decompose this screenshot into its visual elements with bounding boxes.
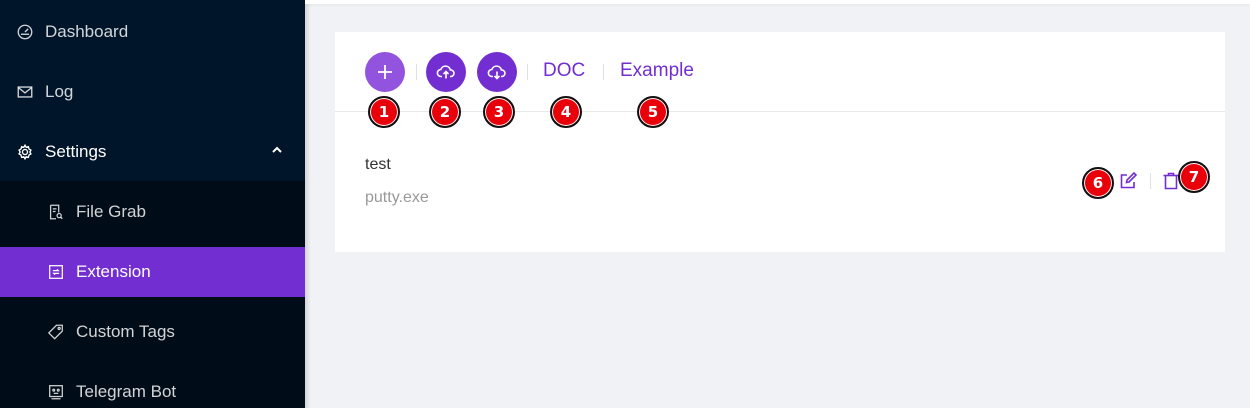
annotation-badge: 5 <box>637 96 669 128</box>
sidebar-item-dashboard[interactable]: Dashboard <box>0 7 305 57</box>
toolbar-divider <box>603 64 604 80</box>
sidebar-item-label: Telegram Bot <box>76 382 177 401</box>
download-button[interactable] <box>477 52 517 92</box>
annotation-badge: 3 <box>483 96 515 128</box>
file-search-icon <box>46 202 66 222</box>
extension-icon <box>46 262 66 282</box>
sidebar-item-label: Settings <box>45 142 107 161</box>
action-divider <box>1150 173 1151 189</box>
sidebar-item-label: Custom Tags <box>76 322 175 341</box>
plus-icon <box>378 65 392 79</box>
annotation-badge: 7 <box>1178 161 1210 193</box>
toolbar-divider <box>416 64 417 80</box>
upload-button[interactable] <box>426 52 466 92</box>
header-bar <box>305 0 1250 4</box>
toolbar: DOC Example <box>335 32 1225 112</box>
tag-icon <box>46 322 66 342</box>
cloud-upload-icon <box>436 65 455 79</box>
annotation-badge: 6 <box>1082 167 1114 199</box>
annotation-badge: 2 <box>429 96 461 128</box>
sidebar-item-label: Dashboard <box>45 22 129 41</box>
chevron-up-icon <box>272 146 282 153</box>
mail-icon <box>15 82 35 102</box>
gear-icon <box>15 142 35 162</box>
sidebar: Dashboard Log Settings File Grab Extensi… <box>0 0 305 408</box>
doc-link[interactable]: DOC <box>543 60 585 82</box>
robot-icon <box>46 382 66 402</box>
dashboard-icon <box>15 22 35 42</box>
sidebar-item-telegram-bot[interactable]: Telegram Bot <box>0 367 305 408</box>
add-button[interactable] <box>365 52 405 92</box>
sidebar-item-label: Log <box>45 82 74 101</box>
sidebar-shadow <box>305 0 311 408</box>
sidebar-item-extension[interactable]: Extension <box>0 247 305 297</box>
sidebar-item-settings[interactable]: Settings <box>0 127 305 177</box>
sidebar-item-log[interactable]: Log <box>0 67 305 117</box>
extension-title: test <box>365 156 391 173</box>
extension-card: DOC Example test putty.exe <box>335 32 1225 252</box>
example-link[interactable]: Example <box>620 60 694 82</box>
sidebar-item-label: Extension <box>76 262 151 281</box>
sidebar-item-label: File Grab <box>76 202 146 221</box>
cloud-download-icon <box>487 65 506 80</box>
annotation-badge: 4 <box>550 96 582 128</box>
sidebar-item-file-grab[interactable]: File Grab <box>0 187 305 237</box>
toolbar-divider <box>527 64 528 80</box>
sidebar-item-custom-tags[interactable]: Custom Tags <box>0 307 305 357</box>
extension-filename: putty.exe <box>365 189 429 206</box>
edit-icon[interactable] <box>1118 171 1138 191</box>
annotation-badge: 1 <box>368 96 400 128</box>
